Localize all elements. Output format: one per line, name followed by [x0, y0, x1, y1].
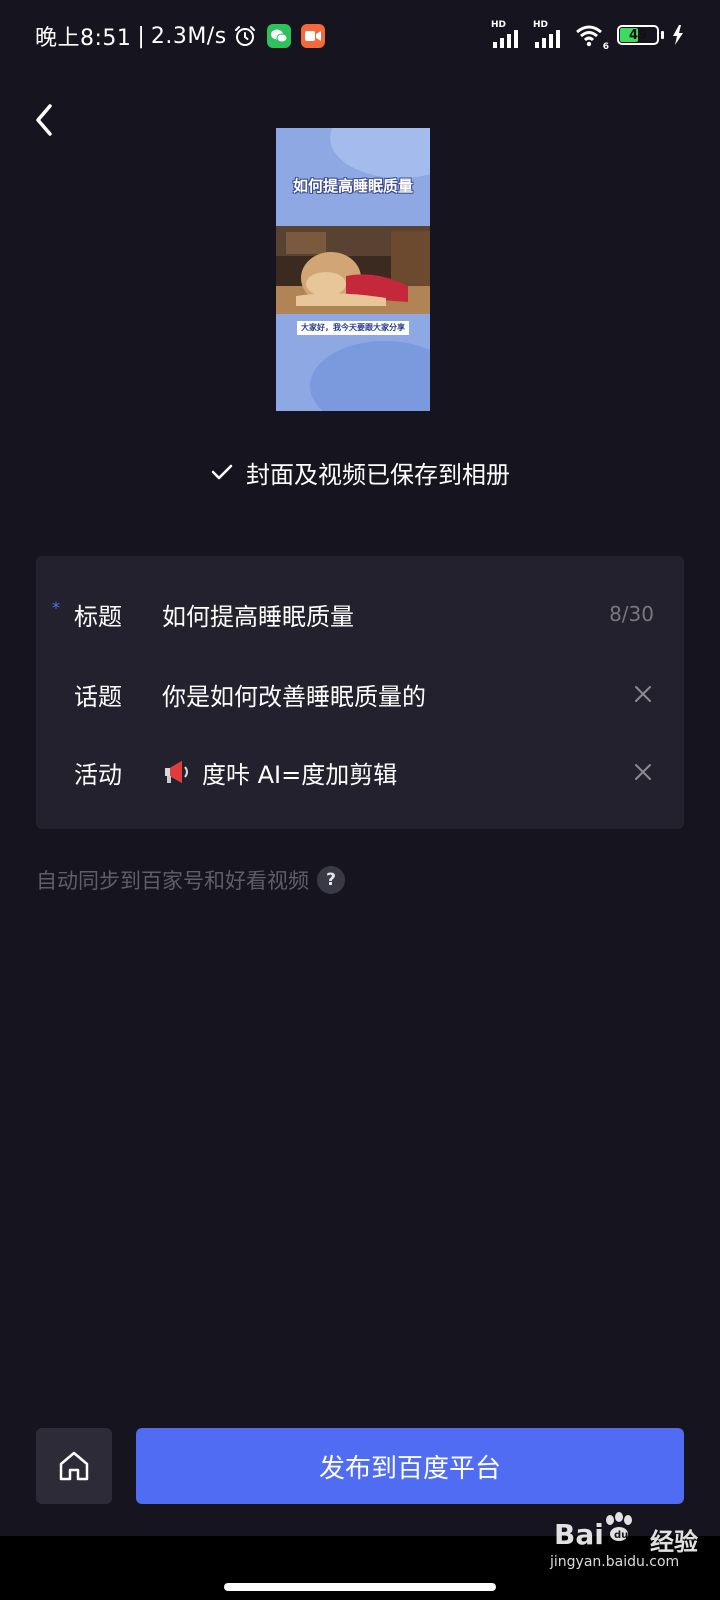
- watermark-brand: Bai: [554, 1518, 604, 1551]
- battery-icon: 49: [617, 25, 659, 45]
- alarm-icon: [234, 26, 255, 46]
- clear-activity-icon[interactable]: [632, 761, 654, 783]
- battery-cap: [661, 31, 664, 39]
- publish-button[interactable]: 发布到百度平台: [136, 1428, 684, 1504]
- sync-text: 自动同步到百家号和好看视频: [36, 869, 309, 893]
- status-right: HD HD 6 49: [491, 18, 684, 52]
- status-separator: |: [137, 23, 145, 49]
- wifi-label: 6: [602, 42, 609, 52]
- baidu-jingyan-watermark: Bai du 经验 jingyan.baidu.com: [550, 1512, 710, 1582]
- cover-title: 如何提高睡眠质量: [292, 177, 413, 195]
- status-bar: 晚上8:51 | 2.3M/s HD HD 6 49: [0, 0, 720, 70]
- activity-label: 活动: [74, 760, 122, 789]
- watermark-jingyan: 经验: [650, 1528, 698, 1556]
- signal-icon: HD: [491, 20, 525, 48]
- activity-value: 度咔 AI=度加剪辑: [202, 760, 398, 789]
- activity-row[interactable]: 活动 度咔 AI=度加剪辑: [36, 742, 684, 802]
- sync-info: 自动同步到百家号和好看视频 ?: [36, 862, 345, 898]
- required-mark: *: [52, 598, 60, 617]
- status-time: 晚上8:51: [35, 26, 132, 51]
- cover-decoration-2: [310, 341, 430, 411]
- signal-icon-2: HD: [533, 20, 567, 48]
- home-indicator[interactable]: [224, 1583, 496, 1591]
- topic-value[interactable]: 你是如何改善睡眠质量的: [162, 677, 426, 712]
- watermark-url: jingyan.baidu.com: [550, 1554, 680, 1570]
- title-char-count: 8/30: [609, 602, 654, 626]
- charging-icon: [673, 25, 683, 45]
- title-label: 标题: [74, 602, 122, 631]
- saved-message: 封面及视频已保存到相册: [246, 460, 510, 489]
- help-icon[interactable]: ?: [317, 866, 345, 894]
- check-icon: [211, 464, 233, 480]
- megaphone-icon: [165, 761, 188, 783]
- cover-photo: [276, 226, 430, 314]
- wechat-icon: [266, 24, 291, 48]
- home-button[interactable]: [36, 1428, 112, 1504]
- topic-label: 话题: [74, 682, 122, 711]
- video-app-icon: [300, 24, 325, 48]
- topic-row[interactable]: 话题 你是如何改善睡眠质量的: [36, 664, 684, 724]
- video-cover[interactable]: 如何提高睡眠质量 大家好，我今天要跟大家分享: [276, 128, 430, 411]
- activity-value-wrap[interactable]: 度咔 AI=度加剪辑: [162, 755, 397, 790]
- network-speed: 2.3M/s: [150, 23, 227, 49]
- wifi-icon: 6: [575, 22, 609, 52]
- home-icon: [59, 1451, 89, 1481]
- publish-form: * 标题 如何提高睡眠质量 8/30 话题 你是如何改善睡眠质量的 活动 度咔 …: [36, 556, 684, 829]
- battery-level: 49: [628, 27, 648, 43]
- title-input[interactable]: 如何提高睡眠质量: [162, 597, 354, 632]
- baidu-paw-icon: du: [606, 1512, 632, 1541]
- title-row[interactable]: * 标题 如何提高睡眠质量 8/30: [36, 584, 684, 644]
- cover-decoration: [330, 128, 430, 178]
- svg-text:du: du: [614, 1530, 628, 1541]
- status-left: 晚上8:51 | 2.3M/s: [35, 20, 325, 52]
- back-button[interactable]: [26, 98, 62, 142]
- clear-topic-icon[interactable]: [632, 683, 654, 705]
- saved-status: 封面及视频已保存到相册: [0, 450, 720, 494]
- cover-caption: 大家好，我今天要跟大家分享: [297, 321, 409, 335]
